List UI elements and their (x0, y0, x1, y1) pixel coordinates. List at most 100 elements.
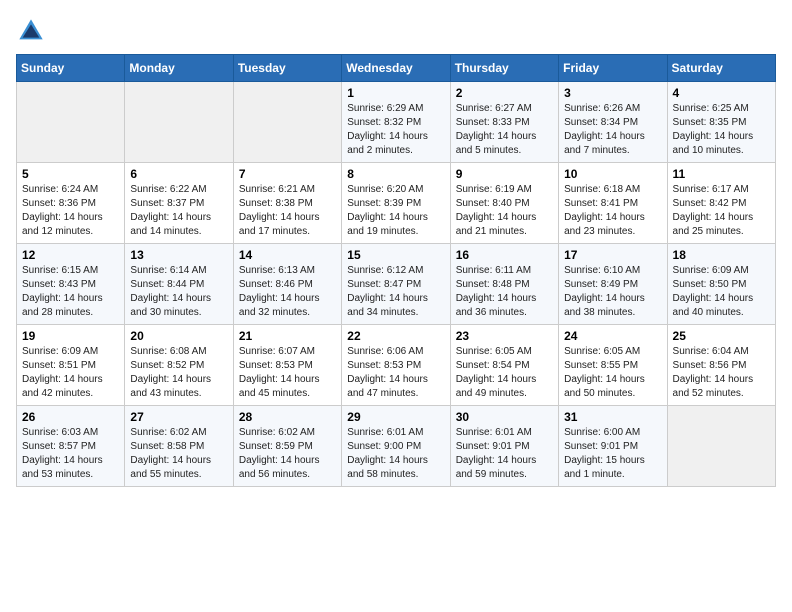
day-number: 5 (22, 167, 119, 181)
day-info: Sunrise: 6:02 AMSunset: 8:59 PMDaylight:… (239, 426, 336, 482)
day-number: 7 (239, 167, 336, 181)
day-number: 31 (564, 410, 661, 424)
day-info: Sunrise: 6:19 AMSunset: 8:40 PMDaylight:… (456, 183, 553, 239)
day-cell-1: 1 Sunrise: 6:29 AMSunset: 8:32 PMDaylight… (342, 82, 450, 163)
day-info: Sunrise: 6:01 AMSunset: 9:01 PMDaylight:… (456, 426, 553, 482)
day-header-saturday: Saturday (667, 55, 775, 82)
day-number: 19 (22, 329, 119, 343)
day-cell-5: 5 Sunrise: 6:24 AMSunset: 8:36 PMDaylight… (17, 163, 125, 244)
day-info: Sunrise: 6:10 AMSunset: 8:49 PMDaylight:… (564, 264, 661, 320)
week-row-5: 26 Sunrise: 6:03 AMSunset: 8:57 PMDayligh… (17, 406, 776, 487)
day-cell-17: 17 Sunrise: 6:10 AMSunset: 8:49 PMDayligh… (559, 244, 667, 325)
week-row-1: 1 Sunrise: 6:29 AMSunset: 8:32 PMDaylight… (17, 82, 776, 163)
day-header-sunday: Sunday (17, 55, 125, 82)
week-row-4: 19 Sunrise: 6:09 AMSunset: 8:51 PMDayligh… (17, 325, 776, 406)
day-info: Sunrise: 6:25 AMSunset: 8:35 PMDaylight:… (673, 102, 770, 158)
day-cell-6: 6 Sunrise: 6:22 AMSunset: 8:37 PMDaylight… (125, 163, 233, 244)
day-number: 14 (239, 248, 336, 262)
day-number: 21 (239, 329, 336, 343)
day-number: 28 (239, 410, 336, 424)
day-number: 9 (456, 167, 553, 181)
day-number: 27 (130, 410, 227, 424)
day-info: Sunrise: 6:27 AMSunset: 8:33 PMDaylight:… (456, 102, 553, 158)
day-cell-10: 10 Sunrise: 6:18 AMSunset: 8:41 PMDayligh… (559, 163, 667, 244)
day-number: 20 (130, 329, 227, 343)
day-info: Sunrise: 6:29 AMSunset: 8:32 PMDaylight:… (347, 102, 444, 158)
days-header-row: SundayMondayTuesdayWednesdayThursdayFrid… (17, 55, 776, 82)
logo (16, 16, 50, 46)
day-cell-30: 30 Sunrise: 6:01 AMSunset: 9:01 PMDayligh… (450, 406, 558, 487)
day-cell-25: 25 Sunrise: 6:04 AMSunset: 8:56 PMDayligh… (667, 325, 775, 406)
day-info: Sunrise: 6:15 AMSunset: 8:43 PMDaylight:… (22, 264, 119, 320)
day-number: 10 (564, 167, 661, 181)
week-row-2: 5 Sunrise: 6:24 AMSunset: 8:36 PMDaylight… (17, 163, 776, 244)
empty-cell (667, 406, 775, 487)
day-header-tuesday: Tuesday (233, 55, 341, 82)
day-cell-20: 20 Sunrise: 6:08 AMSunset: 8:52 PMDayligh… (125, 325, 233, 406)
day-number: 29 (347, 410, 444, 424)
day-info: Sunrise: 6:13 AMSunset: 8:46 PMDaylight:… (239, 264, 336, 320)
day-number: 22 (347, 329, 444, 343)
page-header (16, 16, 776, 46)
day-info: Sunrise: 6:02 AMSunset: 8:58 PMDaylight:… (130, 426, 227, 482)
day-cell-8: 8 Sunrise: 6:20 AMSunset: 8:39 PMDaylight… (342, 163, 450, 244)
day-info: Sunrise: 6:04 AMSunset: 8:56 PMDaylight:… (673, 345, 770, 401)
day-info: Sunrise: 6:09 AMSunset: 8:50 PMDaylight:… (673, 264, 770, 320)
day-info: Sunrise: 6:20 AMSunset: 8:39 PMDaylight:… (347, 183, 444, 239)
day-info: Sunrise: 6:07 AMSunset: 8:53 PMDaylight:… (239, 345, 336, 401)
day-cell-15: 15 Sunrise: 6:12 AMSunset: 8:47 PMDayligh… (342, 244, 450, 325)
day-info: Sunrise: 6:09 AMSunset: 8:51 PMDaylight:… (22, 345, 119, 401)
day-info: Sunrise: 6:12 AMSunset: 8:47 PMDaylight:… (347, 264, 444, 320)
day-info: Sunrise: 6:17 AMSunset: 8:42 PMDaylight:… (673, 183, 770, 239)
day-number: 17 (564, 248, 661, 262)
day-info: Sunrise: 6:14 AMSunset: 8:44 PMDaylight:… (130, 264, 227, 320)
day-number: 11 (673, 167, 770, 181)
day-info: Sunrise: 6:21 AMSunset: 8:38 PMDaylight:… (239, 183, 336, 239)
day-info: Sunrise: 6:00 AMSunset: 9:01 PMDaylight:… (564, 426, 661, 482)
day-info: Sunrise: 6:22 AMSunset: 8:37 PMDaylight:… (130, 183, 227, 239)
day-number: 1 (347, 86, 444, 100)
day-number: 26 (22, 410, 119, 424)
day-info: Sunrise: 6:11 AMSunset: 8:48 PMDaylight:… (456, 264, 553, 320)
day-cell-9: 9 Sunrise: 6:19 AMSunset: 8:40 PMDaylight… (450, 163, 558, 244)
day-cell-7: 7 Sunrise: 6:21 AMSunset: 8:38 PMDaylight… (233, 163, 341, 244)
day-cell-13: 13Sunrise: 6:14 AMSunset: 8:44 PMDayligh… (125, 244, 233, 325)
day-header-friday: Friday (559, 55, 667, 82)
day-number: 12 (22, 248, 119, 262)
day-number: 16 (456, 248, 553, 262)
day-cell-28: 28 Sunrise: 6:02 AMSunset: 8:59 PMDayligh… (233, 406, 341, 487)
day-cell-23: 23Sunrise: 6:05 AMSunset: 8:54 PMDayligh… (450, 325, 558, 406)
day-cell-16: 16 Sunrise: 6:11 AMSunset: 8:48 PMDayligh… (450, 244, 558, 325)
day-cell-27: 27 Sunrise: 6:02 AMSunset: 8:58 PMDayligh… (125, 406, 233, 487)
day-info: Sunrise: 6:08 AMSunset: 8:52 PMDaylight:… (130, 345, 227, 401)
day-number: 18 (673, 248, 770, 262)
day-cell-22: 22 Sunrise: 6:06 AMSunset: 8:53 PMDayligh… (342, 325, 450, 406)
day-cell-12: 12 Sunrise: 6:15 AMSunset: 8:43 PMDayligh… (17, 244, 125, 325)
day-info: Sunrise: 6:06 AMSunset: 8:53 PMDaylight:… (347, 345, 444, 401)
day-info: Sunrise: 6:01 AMSunset: 9:00 PMDaylight:… (347, 426, 444, 482)
day-cell-2: 2Sunrise: 6:27 AMSunset: 8:33 PMDaylight… (450, 82, 558, 163)
day-number: 15 (347, 248, 444, 262)
day-info: Sunrise: 6:18 AMSunset: 8:41 PMDaylight:… (564, 183, 661, 239)
day-info: Sunrise: 6:24 AMSunset: 8:36 PMDaylight:… (22, 183, 119, 239)
day-info: Sunrise: 6:05 AMSunset: 8:55 PMDaylight:… (564, 345, 661, 401)
day-cell-14: 14 Sunrise: 6:13 AMSunset: 8:46 PMDayligh… (233, 244, 341, 325)
day-cell-26: 26 Sunrise: 6:03 AMSunset: 8:57 PMDayligh… (17, 406, 125, 487)
day-number: 30 (456, 410, 553, 424)
day-number: 3 (564, 86, 661, 100)
day-header-thursday: Thursday (450, 55, 558, 82)
day-number: 8 (347, 167, 444, 181)
day-cell-31: 31 Sunrise: 6:00 AMSunset: 9:01 PMDayligh… (559, 406, 667, 487)
day-info: Sunrise: 6:26 AMSunset: 8:34 PMDaylight:… (564, 102, 661, 158)
day-cell-4: 4Sunrise: 6:25 AMSunset: 8:35 PMDaylight… (667, 82, 775, 163)
day-cell-19: 19 Sunrise: 6:09 AMSunset: 8:51 PMDayligh… (17, 325, 125, 406)
empty-cell (233, 82, 341, 163)
calendar-table: SundayMondayTuesdayWednesdayThursdayFrid… (16, 54, 776, 487)
day-header-wednesday: Wednesday (342, 55, 450, 82)
day-number: 6 (130, 167, 227, 181)
day-number: 25 (673, 329, 770, 343)
day-info: Sunrise: 6:03 AMSunset: 8:57 PMDaylight:… (22, 426, 119, 482)
day-number: 23 (456, 329, 553, 343)
day-cell-29: 29 Sunrise: 6:01 AMSunset: 9:00 PMDayligh… (342, 406, 450, 487)
empty-cell (125, 82, 233, 163)
